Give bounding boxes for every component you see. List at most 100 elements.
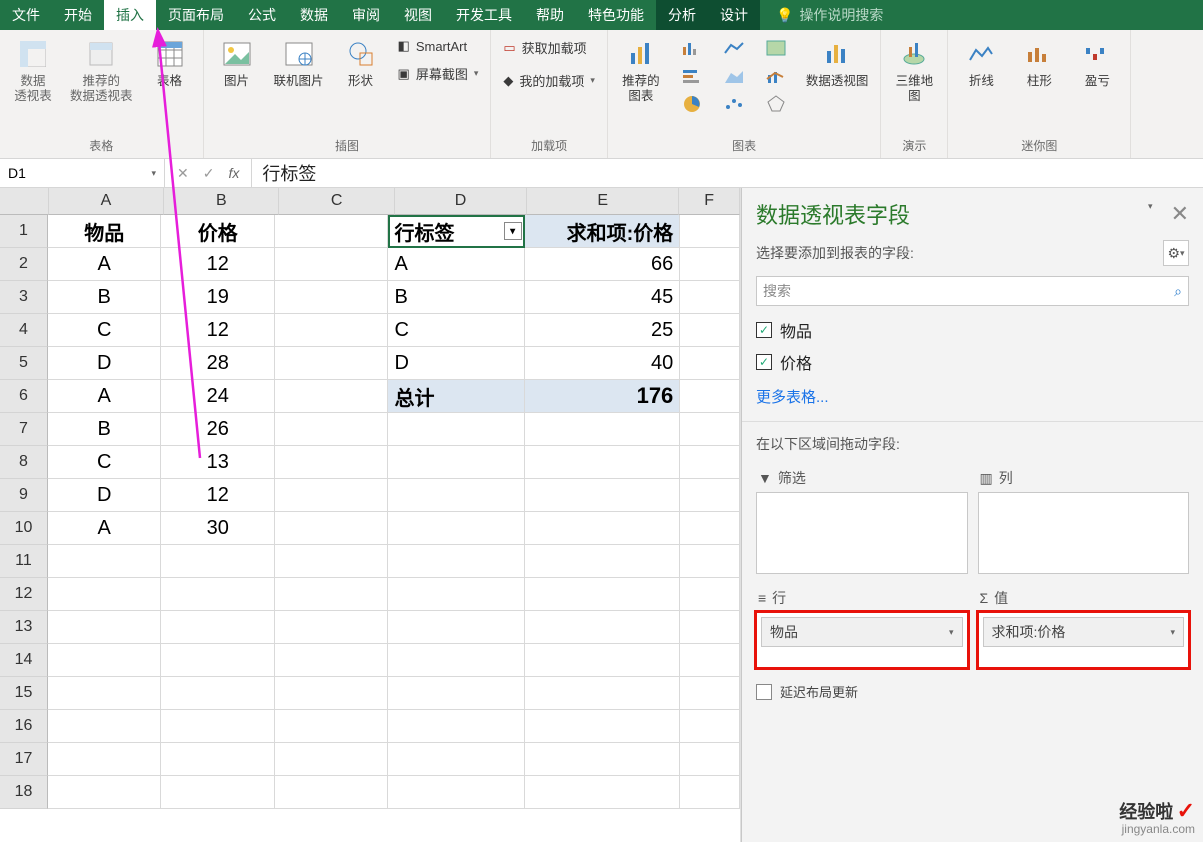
cell[interactable]: A <box>48 380 162 413</box>
menu-tab-10[interactable]: 特色功能 <box>576 0 656 30</box>
smartart-button[interactable]: ◧ SmartArt <box>394 36 483 56</box>
cell[interactable] <box>275 776 389 809</box>
row-header[interactable]: 8 <box>0 446 48 479</box>
cell[interactable] <box>525 413 681 446</box>
cell[interactable] <box>275 743 389 776</box>
cell[interactable] <box>275 578 389 611</box>
cell[interactable] <box>680 545 740 578</box>
pictures-button[interactable]: 图片 <box>212 36 262 91</box>
map-chart-icon[interactable] <box>758 36 794 60</box>
pivot-value-header[interactable]: 求和项:价格 <box>525 215 681 248</box>
line-chart-icon[interactable] <box>716 36 752 60</box>
cell[interactable]: 物品 <box>48 215 162 248</box>
pivot-row-value[interactable]: 66 <box>525 248 681 281</box>
my-addins-button[interactable]: ◆ 我的加载项 ▾ <box>499 69 599 92</box>
cell[interactable] <box>161 710 275 743</box>
cell[interactable] <box>388 512 524 545</box>
cell[interactable]: 28 <box>161 347 275 380</box>
row-header[interactable]: 12 <box>0 578 48 611</box>
menu-tab-12[interactable]: 设计 <box>708 0 760 30</box>
menu-tab-11[interactable]: 分析 <box>656 0 708 30</box>
select-all-cell[interactable] <box>0 188 49 215</box>
online-pictures-button[interactable]: 联机图片 <box>270 36 328 91</box>
cell[interactable]: 12 <box>161 479 275 512</box>
col-header-D[interactable]: D <box>395 188 527 215</box>
values-drop-area[interactable]: 求和项:价格 ▾ <box>978 612 1190 668</box>
cell[interactable]: B <box>48 413 162 446</box>
cell[interactable] <box>48 545 162 578</box>
cell[interactable] <box>525 776 681 809</box>
close-icon[interactable]: ✕ <box>1171 201 1189 227</box>
cell[interactable] <box>161 677 275 710</box>
cell[interactable] <box>388 743 524 776</box>
cell[interactable] <box>388 776 524 809</box>
row-header[interactable]: 10 <box>0 512 48 545</box>
cell[interactable] <box>525 710 681 743</box>
cell[interactable] <box>680 644 740 677</box>
row-header[interactable]: 2 <box>0 248 48 281</box>
cell[interactable] <box>161 545 275 578</box>
cell[interactable] <box>680 215 740 248</box>
cell[interactable] <box>275 611 389 644</box>
cell[interactable] <box>48 611 162 644</box>
cell[interactable] <box>275 413 389 446</box>
cell[interactable] <box>388 644 524 677</box>
cell[interactable] <box>48 644 162 677</box>
pivot-row-label[interactable]: A <box>388 248 524 281</box>
cell[interactable] <box>275 710 389 743</box>
cell[interactable] <box>388 611 524 644</box>
cell[interactable] <box>161 743 275 776</box>
cell[interactable] <box>275 545 389 578</box>
row-header[interactable]: 15 <box>0 677 48 710</box>
more-tables-link[interactable]: 更多表格... <box>742 378 1203 415</box>
pivot-row-label[interactable]: D <box>388 347 524 380</box>
cell[interactable] <box>680 380 740 413</box>
col-header-F[interactable]: F <box>679 188 740 215</box>
menu-tab-2[interactable]: 插入 <box>104 0 156 30</box>
pie-chart-icon[interactable] <box>674 92 710 116</box>
tell-me-search[interactable]: 💡操作说明搜索 <box>776 5 883 25</box>
cell[interactable] <box>161 578 275 611</box>
pivot-row-value[interactable]: 45 <box>525 281 681 314</box>
row-header[interactable]: 18 <box>0 776 48 809</box>
recommended-charts-button[interactable]: 推荐的 图表 <box>616 36 666 106</box>
cell[interactable] <box>388 578 524 611</box>
map3d-button[interactable]: 三维地 图 <box>889 36 939 106</box>
pivot-row-label[interactable]: C <box>388 314 524 347</box>
cell[interactable]: D <box>48 347 162 380</box>
menu-tab-8[interactable]: 开发工具 <box>444 0 524 30</box>
cell[interactable] <box>388 446 524 479</box>
cell[interactable]: C <box>48 446 162 479</box>
cell[interactable] <box>388 710 524 743</box>
gear-icon[interactable]: ⚙▾ <box>1163 240 1189 266</box>
cell[interactable]: 12 <box>161 248 275 281</box>
row-header[interactable]: 6 <box>0 380 48 413</box>
col-header-B[interactable]: B <box>164 188 279 215</box>
cell[interactable] <box>680 743 740 776</box>
combo-chart-icon[interactable] <box>758 64 794 88</box>
scatter-chart-icon[interactable] <box>716 92 752 116</box>
cell[interactable] <box>525 446 681 479</box>
col-header-C[interactable]: C <box>279 188 394 215</box>
cell[interactable] <box>48 677 162 710</box>
row-header[interactable]: 14 <box>0 644 48 677</box>
cell[interactable] <box>388 479 524 512</box>
cell[interactable] <box>161 776 275 809</box>
cell[interactable]: 26 <box>161 413 275 446</box>
cell[interactable] <box>680 578 740 611</box>
cell[interactable] <box>680 281 740 314</box>
sparkline-column-button[interactable]: 柱形 <box>1014 36 1064 91</box>
filter-dropdown-icon[interactable]: ▾ <box>504 222 522 240</box>
name-box[interactable]: D1 ▾ <box>0 159 165 187</box>
screenshot-button[interactable]: ▣ 屏幕截图 ▾ <box>394 62 483 85</box>
field-tag-values[interactable]: 求和项:价格 ▾ <box>983 617 1185 647</box>
cell[interactable] <box>525 677 681 710</box>
cell[interactable] <box>680 413 740 446</box>
field-tag-rows[interactable]: 物品 ▾ <box>761 617 963 647</box>
col-header-A[interactable]: A <box>49 188 164 215</box>
pivot-row-value[interactable]: 25 <box>525 314 681 347</box>
cell[interactable] <box>275 512 389 545</box>
radar-chart-icon[interactable] <box>758 92 794 116</box>
cell[interactable] <box>275 314 389 347</box>
spreadsheet-grid[interactable]: ABCDEF1物品价格行标签▾求和项:价格2A12A663B19B454C12C… <box>0 188 741 842</box>
